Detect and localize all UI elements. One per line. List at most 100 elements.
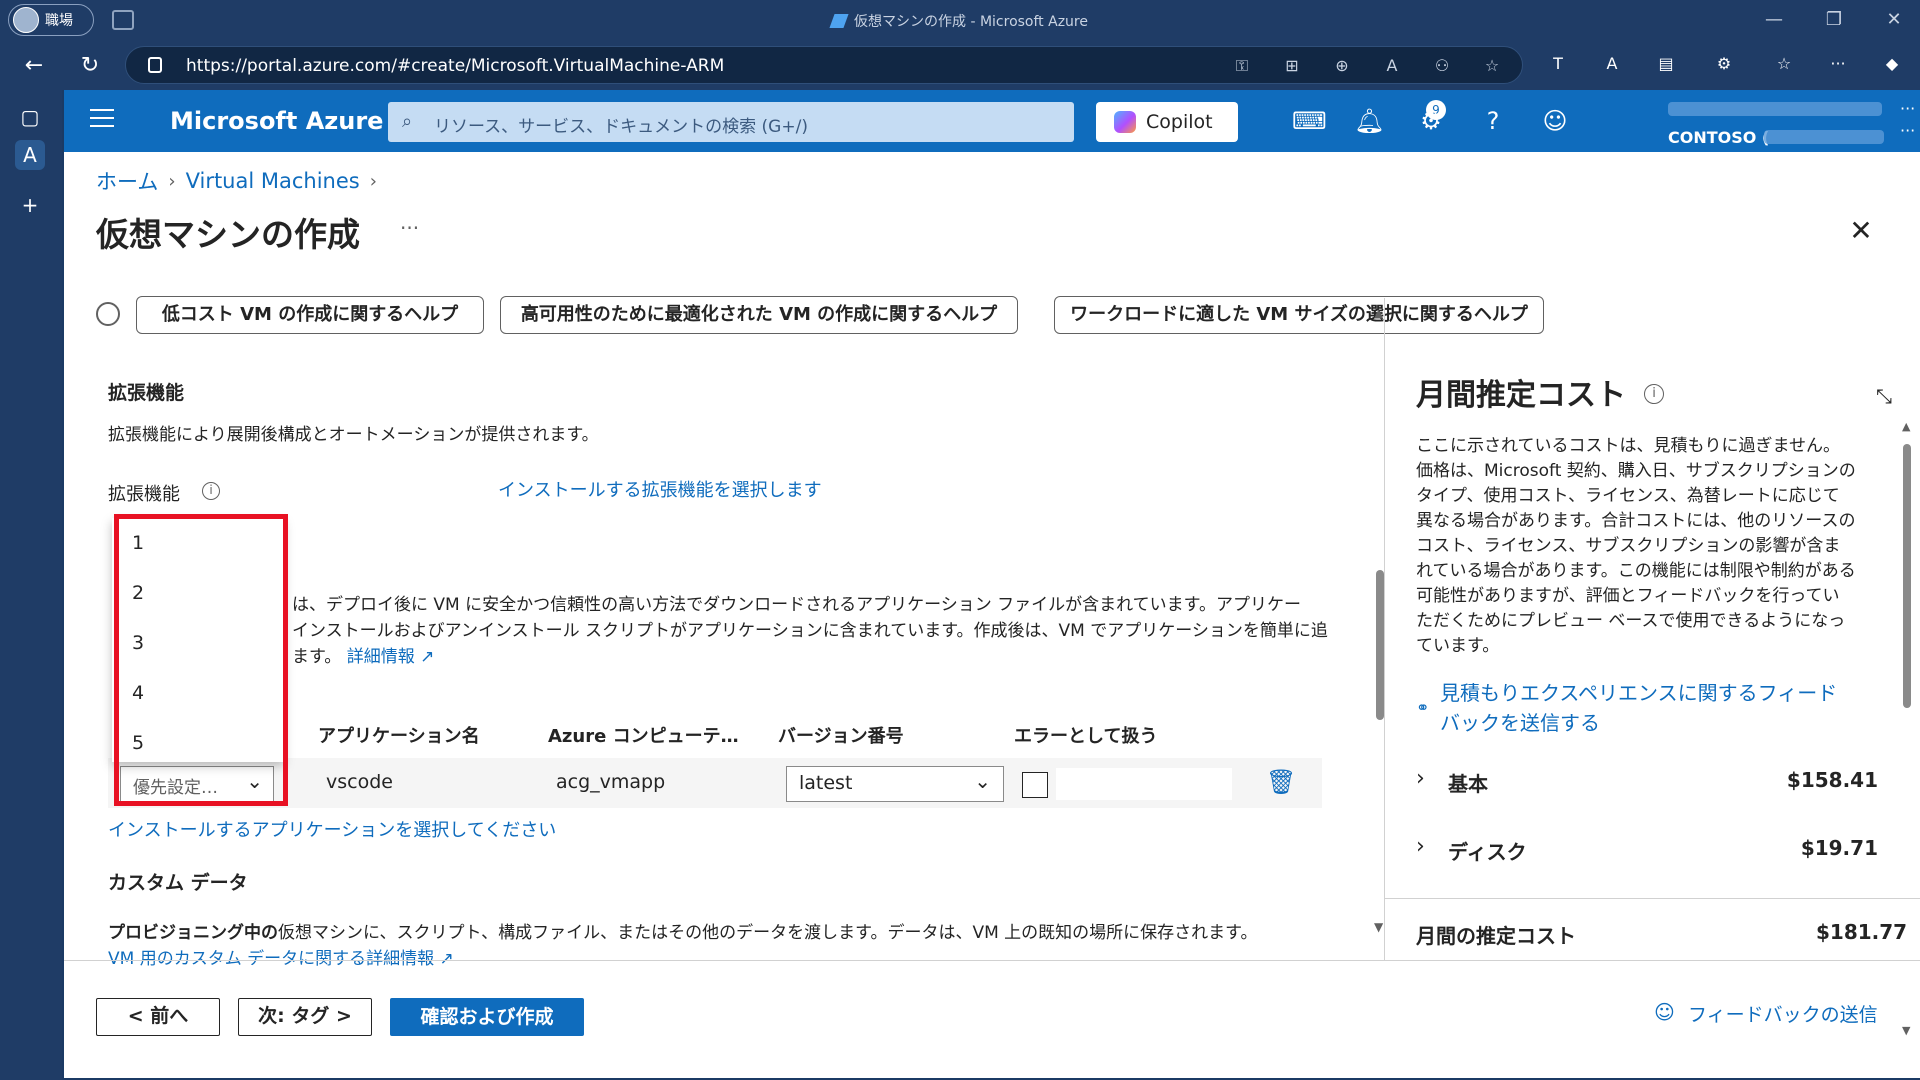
cost-row-basic[interactable]: › 基本 $158.41	[1416, 766, 1878, 798]
refresh-icon[interactable]: ↻	[76, 52, 104, 80]
version-select[interactable]: latest ⌄	[786, 766, 1004, 802]
treat-as-error-field	[1056, 768, 1232, 800]
apps-icon[interactable]: ⊞	[1282, 56, 1302, 76]
copilot-logo-icon	[1114, 111, 1136, 133]
back-icon[interactable]: ←	[20, 52, 48, 80]
treat-as-error-checkbox[interactable]	[1022, 772, 1048, 798]
total-cost-label: 月間の推定コスト	[1416, 924, 1576, 948]
translator-extension-icon[interactable]: T	[1546, 52, 1570, 76]
page-title: 仮想マシンの作成	[96, 215, 360, 254]
breadcrumb-virtual-machines[interactable]: Virtual Machines	[186, 169, 360, 193]
cost-scrollbar[interactable]: ▲ ▼	[1900, 420, 1914, 1037]
extensions-icon[interactable]: ⚙	[1712, 52, 1736, 76]
new-tab-icon[interactable]: +	[15, 190, 45, 220]
window-title: 仮想マシンの作成 - Microsoft Azure	[0, 11, 1920, 31]
help-low-cost-button[interactable]: 低コスト VM の作成に関するヘルプ	[136, 296, 484, 334]
scroll-thumb[interactable]	[1376, 570, 1384, 720]
lock-icon[interactable]	[148, 57, 162, 73]
column-version: バージョン番号	[778, 726, 904, 747]
notifications-icon[interactable]: 🔔︎	[1354, 106, 1384, 136]
custom-data-title: カスタム データ	[108, 872, 248, 894]
azure-header: Microsoft Azure ⌕ リソース、サービス、ドキュメントの検索 (G…	[64, 90, 1920, 152]
minimize-icon[interactable]: —	[1762, 8, 1786, 32]
help-icon[interactable]: ?	[1478, 106, 1508, 136]
vm-apps-more-link[interactable]: 詳細情報	[347, 647, 415, 667]
chevron-down-icon: ⌄	[974, 769, 991, 793]
help-vm-size-button[interactable]: ワークロードに適した VM サイズの選択に関するヘルプ	[1054, 296, 1544, 334]
send-feedback-link[interactable]: フィードバックの送信	[1688, 1000, 1878, 1027]
azure-extension-icon[interactable]: A	[1600, 52, 1624, 76]
read-aloud-icon[interactable]: A	[1382, 56, 1402, 76]
table-row: 優先設定… ⌄ vscode acg_vmapp latest ⌄ 🗑︎	[108, 758, 1322, 808]
key-icon[interactable]: ⚿	[1232, 56, 1252, 76]
azure-tab-icon[interactable]: A	[15, 140, 45, 170]
select-extensions-link[interactable]: インストールする拡張機能を選択します	[498, 476, 822, 502]
cost-info-icon[interactable]: i	[1644, 384, 1664, 404]
info-icon[interactable]: i	[202, 482, 220, 500]
search-placeholder: リソース、サービス、ドキュメントの検索 (G+/)	[434, 117, 808, 137]
zoom-icon[interactable]: ⊕	[1332, 56, 1352, 76]
brand-title[interactable]: Microsoft Azure	[170, 107, 383, 135]
column-app-name: アプリケーション名	[318, 726, 480, 747]
scroll-down-icon[interactable]: ▼	[1374, 920, 1383, 934]
chevron-right-icon: ›	[1416, 834, 1425, 859]
annotation-highlight-box	[114, 514, 288, 806]
scroll-up-icon[interactable]: ▲	[1374, 306, 1383, 320]
favorite-icon[interactable]: ☆	[1482, 56, 1502, 76]
total-cost-value: $181.77	[1816, 920, 1908, 944]
favorites-list-icon[interactable]: ☆	[1772, 52, 1796, 76]
column-treat-as-error: エラーとして扱う	[1014, 726, 1158, 747]
collapse-icon[interactable]: ⤡	[1876, 384, 1892, 408]
address-bar[interactable]: https://portal.azure.com/#create/Microso…	[125, 46, 1523, 84]
breadcrumb-chevron-icon: ›	[168, 170, 176, 192]
copilot-help-icon	[96, 302, 120, 326]
scroll-thumb[interactable]	[1903, 444, 1911, 708]
settings-icon[interactable]: ⚙	[1416, 106, 1446, 136]
tab-list-icon[interactable]: ▢	[15, 102, 45, 132]
title-more-icon[interactable]: ···	[400, 216, 419, 240]
close-window-icon[interactable]: ✕	[1882, 8, 1906, 32]
restore-icon[interactable]: ❐	[1822, 8, 1846, 32]
main-panel: ホーム › Virtual Machines › 仮想マシンの作成 ··· ✕ …	[64, 152, 1920, 1078]
portal-menu-icon[interactable]	[90, 109, 114, 131]
cloud-shell-icon[interactable]: ⌨	[1292, 106, 1327, 136]
column-compute: Azure コンピューテ…	[548, 726, 739, 747]
cost-feedback-link[interactable]: 見積もりエクスペリエンスに関するフィードバックを送信する	[1416, 678, 1856, 738]
close-icon[interactable]: ✕	[1846, 216, 1876, 246]
help-high-availability-button[interactable]: 高可用性のために最適化された VM の作成に関するヘルプ	[500, 296, 1018, 334]
feedback-icon[interactable]: ☺	[1654, 1000, 1675, 1024]
feedback-icon[interactable]: ☺	[1540, 106, 1570, 136]
custom-data-link[interactable]: VM 用のカスタム データに関する詳細情報 ↗	[108, 944, 454, 969]
select-applications-link[interactable]: インストールするアプリケーションを選択してください	[108, 816, 556, 842]
scroll-up-icon[interactable]: ▲	[1902, 420, 1910, 433]
delete-icon[interactable]: 🗑︎	[1266, 768, 1296, 796]
copilot-browser-icon[interactable]: ◆	[1880, 52, 1904, 76]
search-input[interactable]: ⌕ リソース、サービス、ドキュメントの検索 (G+/)	[388, 102, 1074, 142]
cost-description: ここに示されているコストは、見積もりに過ぎません。価格は、Microsoft 契…	[1416, 436, 1856, 656]
extensions-field-label: 拡張機能	[108, 484, 180, 505]
url-text[interactable]: https://portal.azure.com/#create/Microso…	[186, 56, 724, 76]
copilot-label: Copilot	[1146, 111, 1213, 133]
copilot-button[interactable]: Copilot	[1096, 102, 1238, 142]
chevron-right-icon: ›	[1416, 766, 1425, 791]
share-icon[interactable]: ⚇	[1432, 56, 1452, 76]
cost-row-disk[interactable]: › ディスク $19.71	[1416, 834, 1878, 866]
reader-extension-icon[interactable]: ▤	[1654, 52, 1678, 76]
review-create-button[interactable]: 確認および作成	[390, 998, 584, 1036]
azure-tab-icon	[829, 14, 849, 28]
form-scrollbar[interactable]: ▲ ▼	[1370, 300, 1390, 940]
footer-divider	[64, 960, 1920, 961]
account-directory-redacted	[1764, 130, 1884, 144]
cost-title: 月間推定コスト	[1416, 378, 1626, 413]
next-tags-button[interactable]: 次: タグ >	[238, 998, 372, 1036]
previous-button[interactable]: < 前へ	[96, 998, 220, 1036]
address-row: ← ↻ https://portal.azure.com/#create/Mic…	[0, 42, 1920, 90]
breadcrumb-home[interactable]: ホーム	[96, 166, 158, 196]
more-menu-icon[interactable]: ···	[1826, 52, 1850, 76]
scroll-down-icon[interactable]: ▼	[1902, 1024, 1910, 1037]
account-directory[interactable]: CONTOSO (	[1668, 128, 1769, 147]
external-link-icon: ↗	[420, 647, 435, 667]
breadcrumb-chevron-icon: ›	[369, 170, 377, 192]
external-link-icon: ↗	[439, 949, 454, 969]
account-more-icon[interactable]: ··· ···	[1900, 98, 1915, 142]
